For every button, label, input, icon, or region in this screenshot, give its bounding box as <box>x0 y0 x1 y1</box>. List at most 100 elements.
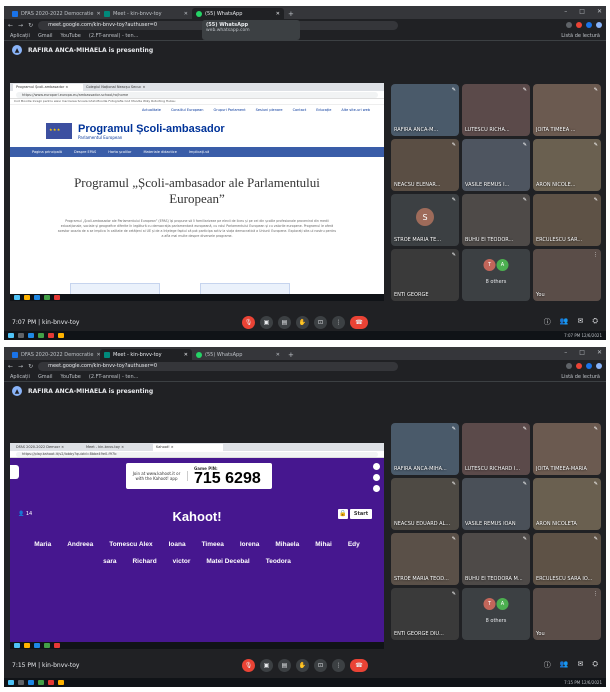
site-nav-item[interactable]: Despre EPAS <box>74 150 96 154</box>
inner-address-bar[interactable]: https://www.europarl.europa.eu/ambassado… <box>16 91 378 98</box>
chat-icon[interactable]: ✉ <box>578 660 584 670</box>
extension-icon[interactable] <box>566 22 572 28</box>
close-icon[interactable]: ✕ <box>184 11 188 17</box>
browser-tab[interactable]: DFAS 2020-2022 Democratie ✕ <box>8 349 100 360</box>
taskbar-app-icon[interactable] <box>38 333 44 338</box>
player-name[interactable]: Mihaela <box>275 541 299 548</box>
camera-button[interactable]: ▣ <box>260 315 273 329</box>
extension-icon[interactable] <box>566 363 572 369</box>
player-name[interactable]: Tomescu Alex <box>109 541 152 548</box>
bookmark-youtube[interactable]: YouTube <box>61 374 81 380</box>
camera-button[interactable]: ▣ <box>260 658 273 672</box>
taskbar-app-icon[interactable] <box>58 680 64 685</box>
mic-off-button[interactable]: 🎙 <box>242 658 255 672</box>
inner-tab[interactable]: Colegiul Național Neacșu Secuc × <box>83 84 153 91</box>
self-tile[interactable]: ⋮ You <box>533 249 601 301</box>
windows-start-icon[interactable] <box>8 333 14 338</box>
captions-button[interactable]: ▤ <box>278 658 291 672</box>
more-options-button[interactable]: ⋮ <box>332 658 345 672</box>
player-name[interactable]: Ioana <box>169 541 186 548</box>
player-name[interactable]: Edy <box>348 541 360 548</box>
player-name[interactable]: Maria <box>34 541 51 548</box>
taskbar-app-icon[interactable] <box>44 643 50 648</box>
maximize-icon[interactable]: □ <box>579 349 585 356</box>
player-name[interactable]: Richard <box>132 558 156 565</box>
windows-start-icon[interactable] <box>8 680 14 685</box>
participant-tile[interactable]: ✎ ARON NICOLE... <box>533 139 601 191</box>
forward-icon[interactable]: → <box>18 363 23 370</box>
browser-tab-active[interactable]: (55) WhatsApp ✕ <box>192 8 284 19</box>
close-icon[interactable]: ✕ <box>276 352 280 358</box>
site-top-link[interactable]: Actualitate <box>142 108 161 112</box>
profile-icon[interactable] <box>596 22 602 28</box>
taskbar-app-icon[interactable] <box>34 295 40 300</box>
present-button[interactable]: ⊡ <box>314 315 327 329</box>
browser-tab[interactable]: Meet - kin-bnvv-toy ✕ <box>100 8 192 19</box>
mic-off-button[interactable]: 🎙 <box>242 315 255 329</box>
extension-icon[interactable] <box>586 22 592 28</box>
taskbar-app-icon[interactable] <box>58 333 64 338</box>
info-icon[interactable]: ⓘ <box>544 317 551 327</box>
participant-tile[interactable]: ✎ ENTI GEORGE <box>391 249 459 301</box>
maximize-icon[interactable]: □ <box>579 8 585 15</box>
participant-tile[interactable]: ✎ LUTESCU RICHA... <box>462 84 530 136</box>
site-top-link[interactable]: Grupuri Parlament <box>214 108 246 112</box>
windows-start-icon[interactable] <box>14 643 20 648</box>
close-icon[interactable]: ✕ <box>276 11 280 17</box>
participant-tile[interactable]: ✎ NEACSU ELENAR... <box>391 139 459 191</box>
reading-list[interactable]: Listă de lectură <box>561 33 600 39</box>
site-nav-item[interactable]: Harta școlilor <box>108 150 131 154</box>
present-button[interactable]: ⊡ <box>314 658 327 672</box>
bookmark-gmail[interactable]: Gmail <box>38 374 53 380</box>
participant-tile[interactable]: ✎ ENTI GEORGE DIU... <box>391 588 459 640</box>
participant-tile[interactable]: ✎ ERCULESCU SARA IO... <box>533 533 601 585</box>
search-icon[interactable] <box>18 333 24 338</box>
participant-tile[interactable]: ✎ BUHU EI TEODORA M... <box>462 533 530 585</box>
site-top-link[interactable]: Consiliul European <box>171 108 204 112</box>
self-tile[interactable]: ⋮ You <box>533 588 601 640</box>
back-icon[interactable]: ← <box>8 22 13 29</box>
player-name[interactable]: lorena <box>240 541 260 548</box>
reload-icon[interactable]: ↻ <box>28 363 33 370</box>
player-name[interactable]: Timeea <box>202 541 224 548</box>
participant-tile[interactable]: ✎ ERCULESCU SAR... <box>533 194 601 246</box>
bookmark-gmail[interactable]: Gmail <box>38 33 53 39</box>
taskbar-app-icon[interactable] <box>28 333 34 338</box>
sound-icon[interactable] <box>373 463 380 470</box>
minimize-icon[interactable]: – <box>564 349 567 356</box>
captions-button[interactable]: ▤ <box>278 315 291 329</box>
site-nav-item[interactable]: Materiale didactice <box>143 150 176 154</box>
extension-icon[interactable] <box>586 363 592 369</box>
participant-tile[interactable]: ✎ LUTESCU RICHARD I... <box>462 423 530 475</box>
site-nav-item[interactable]: Implicați-vă <box>189 150 209 154</box>
participant-tile[interactable]: ✎ RAFIRA ANCA-MIHA... <box>391 423 459 475</box>
taskbar-app-icon[interactable] <box>28 680 34 685</box>
bookmark-item[interactable]: (2.FT-anreal) - ten... <box>89 374 139 380</box>
settings-icon[interactable] <box>373 474 380 481</box>
forward-icon[interactable]: → <box>18 22 23 29</box>
participant-tile[interactable]: ✎ STROE MARIA TEOD... <box>391 533 459 585</box>
raise-hand-button[interactable]: ✋ <box>296 658 309 672</box>
reload-icon[interactable]: ↻ <box>28 22 33 29</box>
taskbar-app-icon[interactable] <box>54 295 60 300</box>
player-name[interactable]: Matei Decebal <box>206 558 249 565</box>
new-tab-button[interactable]: + <box>284 351 298 360</box>
site-nav-item[interactable]: Pagina principală <box>32 150 62 154</box>
inner-tab[interactable]: Programul Școli-ambasador × <box>13 84 83 91</box>
close-window-icon[interactable]: ✕ <box>597 349 602 356</box>
player-name[interactable]: victor <box>173 558 191 565</box>
taskbar-app-icon[interactable] <box>24 643 30 648</box>
close-window-icon[interactable]: ✕ <box>597 8 602 15</box>
player-name[interactable]: Andreea <box>67 541 93 548</box>
site-top-link[interactable]: Educație <box>316 108 331 112</box>
windows-start-icon[interactable] <box>14 295 20 300</box>
participant-tile[interactable]: ✎ ARON NICOLETA <box>533 478 601 530</box>
bookmark-apps[interactable]: Aplicații <box>10 374 30 380</box>
minimize-icon[interactable]: – <box>564 8 567 15</box>
taskbar-app-icon[interactable] <box>44 295 50 300</box>
leave-call-button[interactable]: ☎ <box>350 315 368 329</box>
taskbar-app-icon[interactable] <box>48 333 54 338</box>
extension-icon[interactable] <box>576 22 582 28</box>
people-icon[interactable]: 👥 <box>560 660 569 670</box>
taskbar-app-icon[interactable] <box>24 295 30 300</box>
